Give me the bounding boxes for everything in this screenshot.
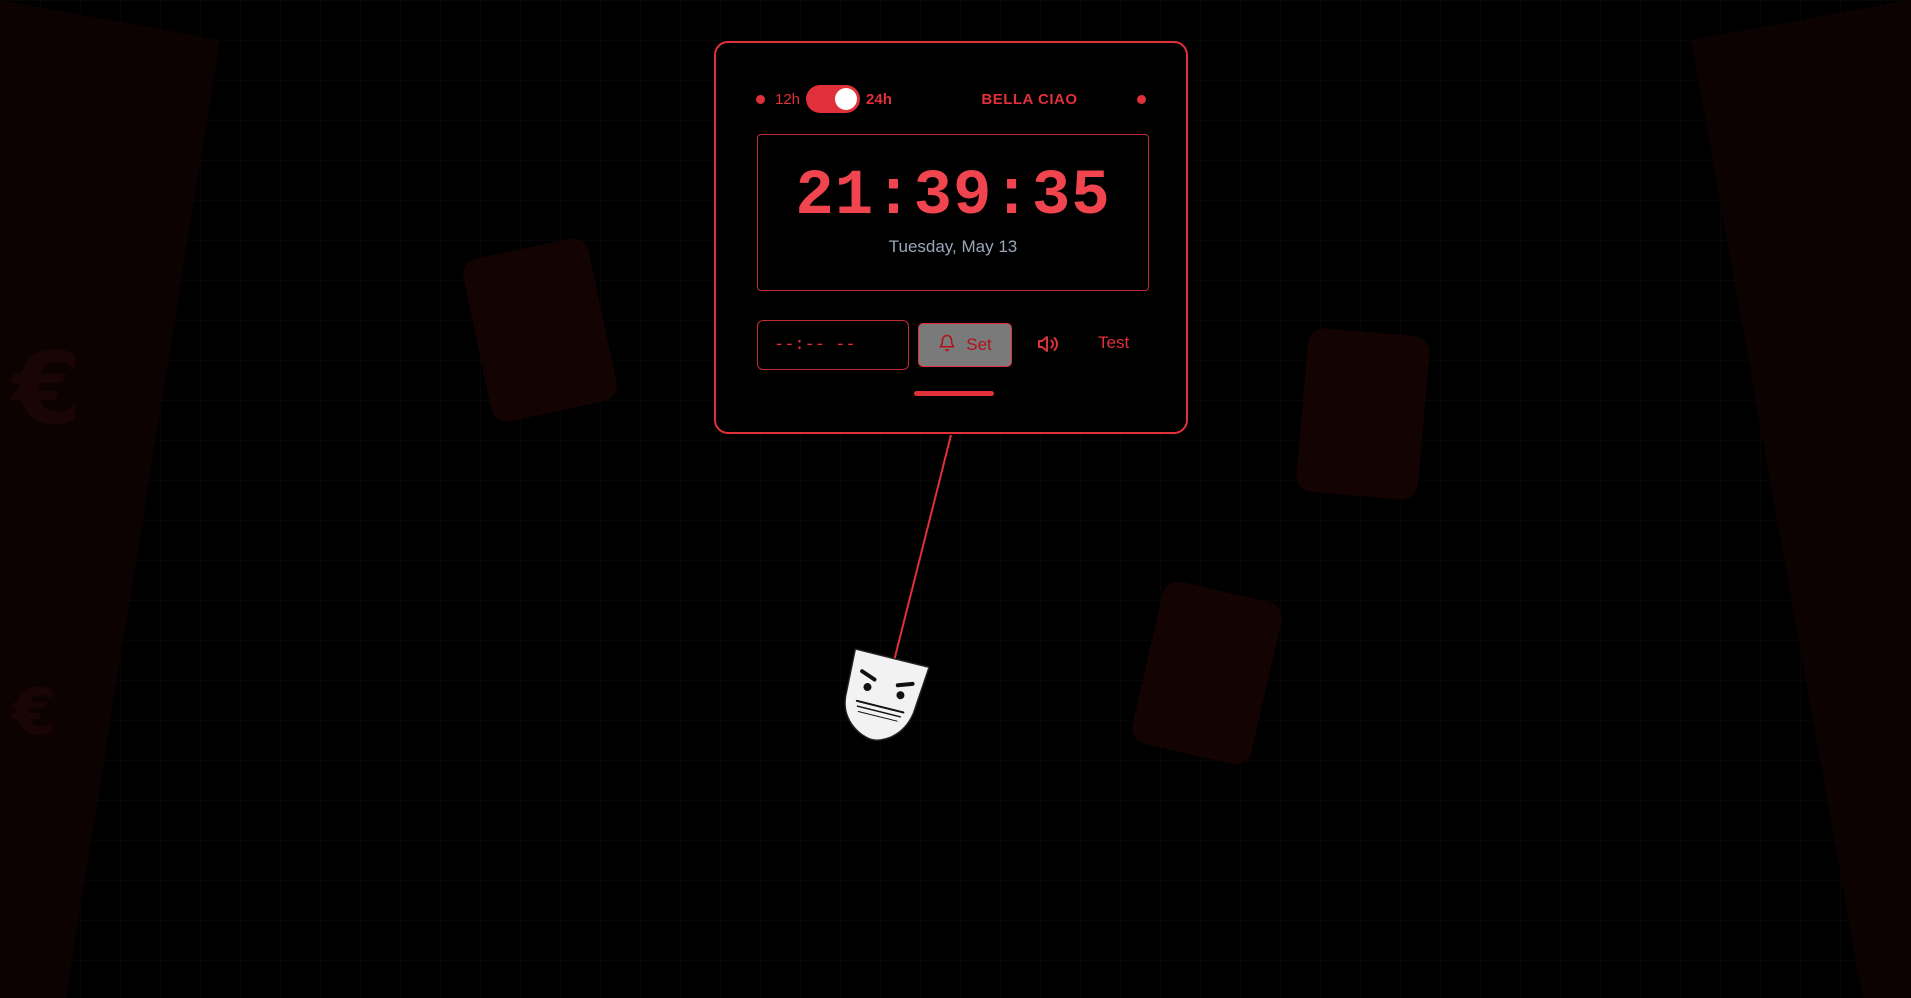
speaker-icon [1036,336,1060,360]
alarm-controls: Set Test [757,320,1149,370]
card-indicator-bar [914,391,994,396]
status-dot-left [756,94,765,104]
right-curtain [1691,0,1911,998]
bell-icon [938,334,956,357]
time-format-toggle[interactable] [806,85,861,113]
song-title: BELLA CIAO [981,90,1078,108]
clock-display: 21:39:35 Tuesday, May 13 [757,134,1149,291]
test-alarm-button[interactable]: Test [1098,333,1129,353]
floating-card-decoration [1128,578,1286,768]
toggle-knob [835,88,858,110]
format-12h-label[interactable]: 12h [775,91,800,108]
current-time: 21:39:35 [795,161,1111,233]
clock-card: 12h 24h BELLA CIAO 21:39:35 Tuesday, May… [714,41,1188,434]
alarm-time-input[interactable] [757,320,909,370]
floating-card-decoration [460,235,620,425]
floating-card-decoration [1295,326,1431,502]
format-24h-label[interactable]: 24h [866,91,892,108]
app-stage: € € 12h 24h BELLA CIAO 21:39:35 Tuesday,… [0,0,1911,998]
status-dot-right [1137,94,1146,104]
set-alarm-label: Set [966,335,992,354]
set-alarm-button[interactable]: Set [918,323,1012,367]
sound-toggle-button[interactable] [1036,332,1062,358]
clock-top-bar: 12h 24h BELLA CIAO [756,84,1146,114]
left-curtain [0,0,220,998]
current-date: Tuesday, May 13 [888,237,1018,256]
pendulum-string [892,434,952,666]
mask-face-icon [844,648,931,741]
euro-symbol-decoration: € [12,676,57,750]
euro-symbol-decoration: € [12,330,82,447]
